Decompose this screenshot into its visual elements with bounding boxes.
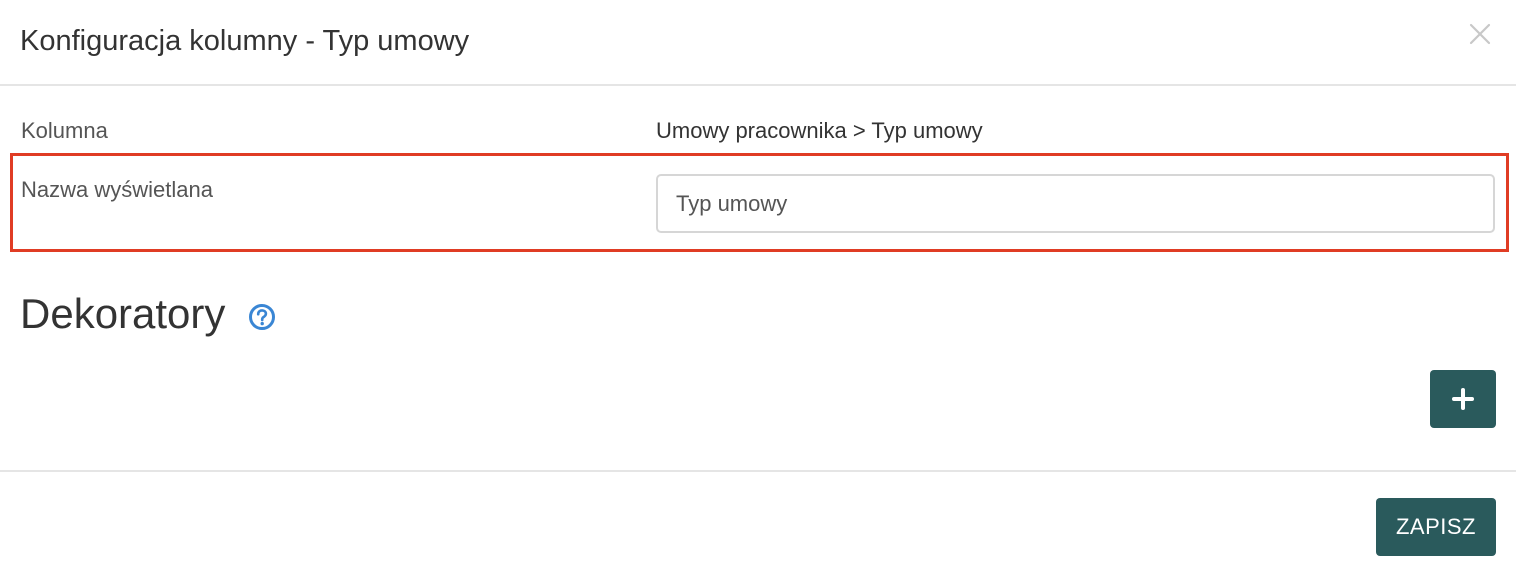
column-config-modal: Konfiguracja kolumny - Typ umowy Kolumna…	[0, 0, 1516, 576]
column-path-value: Umowy pracownika > Typ umowy	[656, 118, 983, 143]
plus-icon	[1452, 388, 1474, 410]
column-label: Kolumna	[21, 118, 108, 143]
display-name-label: Nazwa wyświetlana	[21, 177, 213, 202]
modal-header: Konfiguracja kolumny - Typ umowy	[0, 0, 1516, 86]
modal-title: Konfiguracja kolumny - Typ umowy	[20, 25, 470, 57]
display-name-input[interactable]	[656, 174, 1495, 233]
footer-divider	[0, 470, 1516, 472]
question-circle-icon[interactable]	[248, 303, 276, 331]
decorators-heading: Dekoratory	[20, 290, 226, 337]
close-button[interactable]	[1466, 20, 1494, 48]
add-decorator-button[interactable]	[1430, 370, 1496, 428]
save-button[interactable]: ZAPISZ	[1376, 498, 1496, 556]
close-icon	[1469, 23, 1491, 45]
